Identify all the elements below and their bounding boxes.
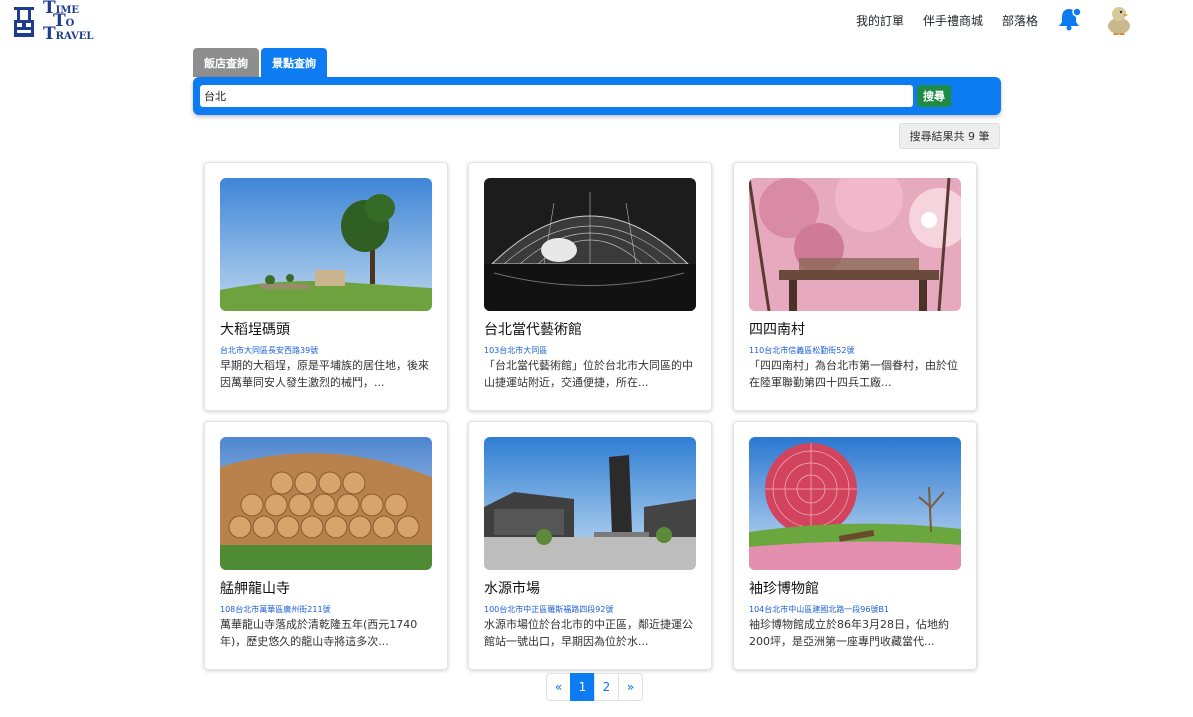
attraction-title: 台北當代藝術館: [484, 322, 582, 338]
attraction-description: 早期的大稻埕，原是平埔族的居住地，後來因萬華同安人發生激烈的械鬥，...: [220, 359, 429, 389]
attraction-image: [484, 178, 696, 311]
attraction-title: 袖珍博物館: [749, 581, 819, 597]
search-tabs: 飯店查詢 景點查詢: [193, 48, 327, 77]
attraction-card[interactable]: 大稻埕碼頭 台北市大同區長安西路39號 早期的大稻埕，原是平埔族的居住地，後來因…: [204, 162, 448, 411]
navbar: TIME TO TRAVEL 我的訂單 伴手禮商城 部落格: [0, 0, 1193, 44]
notification-bell-icon[interactable]: [1058, 6, 1082, 32]
attraction-address: 104台北市中山區建國北路一段96號B1: [749, 605, 890, 614]
attraction-address: 台北市大同區長安西路39號: [220, 346, 319, 355]
nav-blog[interactable]: 部落格: [1002, 12, 1038, 29]
time-to-travel-logo[interactable]: TIME TO TRAVEL: [13, 0, 103, 44]
attraction-card[interactable]: 袖珍博物館 104台北市中山區建國北路一段96號B1 袖珍博物館成立於86年3月…: [733, 421, 977, 670]
logo-text: TIME TO TRAVEL: [43, 0, 94, 44]
logo-mark-icon: [13, 6, 35, 38]
user-avatar[interactable]: [1104, 3, 1134, 35]
attraction-card[interactable]: 艋舺龍山寺 108台北市萬華區廣州街211號 萬華龍山寺落成於清乾隆五年(西元1…: [204, 421, 448, 670]
attraction-card[interactable]: 四四南村 110台北市信義區松勤街52號 「四四南村」為台北市第一個眷村，由於位…: [733, 162, 977, 411]
search-button[interactable]: 搜尋: [917, 85, 951, 107]
pagination-page-1[interactable]: 1: [570, 673, 595, 701]
attraction-image: [749, 178, 961, 311]
pagination-next[interactable]: »: [618, 673, 643, 701]
tab-hotel-search[interactable]: 飯店查詢: [193, 48, 259, 77]
attraction-image: [749, 437, 961, 570]
attraction-image: [484, 437, 696, 570]
pagination: « 1 2 »: [546, 673, 643, 701]
attraction-image: [220, 437, 432, 570]
nav-gift-shop[interactable]: 伴手禮商城: [923, 12, 983, 29]
nav-links: 我的訂單 伴手禮商城 部落格: [856, 12, 1038, 29]
attraction-address: 103台北市大同區: [484, 346, 548, 355]
attraction-description: 水源市場位於台北市的中正區，鄰近捷運公館站一號出口，早期因為位於水...: [484, 618, 693, 648]
attraction-title: 四四南村: [749, 322, 805, 338]
nav-my-orders[interactable]: 我的訂單: [856, 12, 904, 29]
attraction-description: 「四四南村」為台北市第一個眷村，由於位在陸軍聯勤第四十四兵工廠...: [749, 359, 958, 389]
attraction-description: 萬華龍山寺落成於清乾隆五年(西元1740年)，歷史悠久的龍山寺將這多次...: [220, 618, 418, 648]
result-count-badge: 搜尋結果共 9 筆: [899, 123, 1000, 149]
attraction-image: [220, 178, 432, 311]
attraction-address: 100台北市中正區羅斯福路四段92號: [484, 605, 614, 614]
attraction-card[interactable]: 水源市場 100台北市中正區羅斯福路四段92號 水源市場位於台北市的中正區，鄰近…: [468, 421, 712, 670]
attraction-description: 「台北當代藝術館」位於台北市大同區的中山捷運站附近，交通便捷，所在...: [484, 359, 693, 389]
attraction-description: 袖珍博物館成立於86年3月28日，佔地約200坪，是亞洲第一座專門收藏當代...: [749, 618, 949, 648]
attraction-address: 110台北市信義區松勤街52號: [749, 346, 855, 355]
pagination-prev[interactable]: «: [546, 673, 571, 701]
attraction-title: 艋舺龍山寺: [220, 581, 290, 597]
attraction-title: 大稻埕碼頭: [220, 322, 290, 338]
tab-attraction-search[interactable]: 景點查詢: [261, 48, 327, 77]
attraction-card[interactable]: 台北當代藝術館 103台北市大同區 「台北當代藝術館」位於台北市大同區的中山捷運…: [468, 162, 712, 411]
search-input[interactable]: [200, 85, 913, 107]
attraction-address: 108台北市萬華區廣州街211號: [220, 605, 331, 614]
attraction-title: 水源市場: [484, 581, 540, 597]
search-bar: 搜尋: [193, 77, 1001, 115]
pagination-page-2[interactable]: 2: [594, 673, 619, 701]
